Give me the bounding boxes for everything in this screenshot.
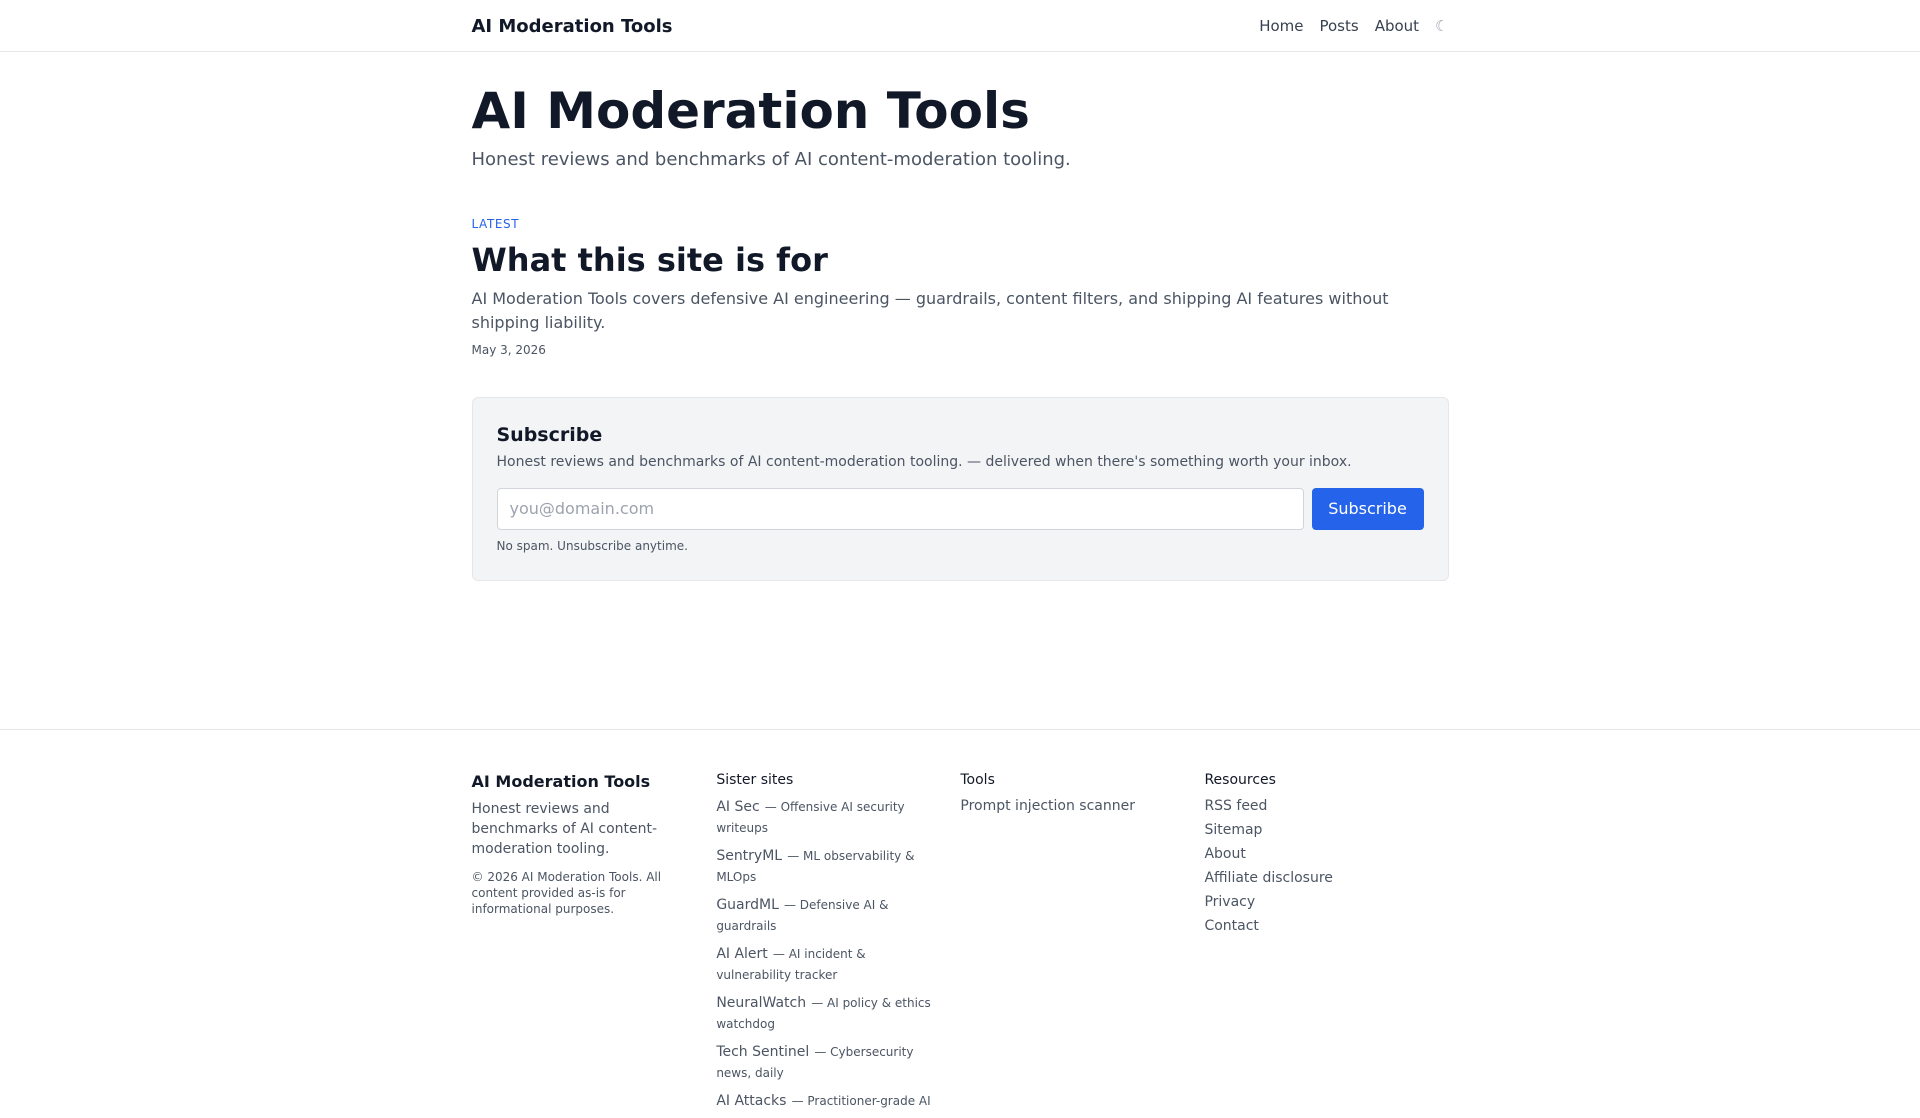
latest-post-date: May 3, 2026: [471, 342, 546, 357]
sister-site-desc: — Practitioner-grade AI: [791, 1094, 931, 1108]
sister-site-link[interactable]: Tech Sentinel: [716, 1044, 809, 1060]
footer-tools: Tools Prompt injection scanner: [960, 772, 1204, 1118]
subscribe-heading: Subscribe: [496, 423, 603, 446]
footer-sister-sites: Sister sites AI Sec — Offensive AI secur…: [716, 772, 960, 1118]
list-item: GuardML — Defensive AI & guardrails: [716, 894, 936, 936]
resources-heading: Resources: [1204, 772, 1276, 788]
latest-post-excerpt: AI Moderation Tools covers defensive AI …: [471, 288, 1389, 332]
subscribe-button[interactable]: Subscribe: [1311, 487, 1424, 530]
nav-home[interactable]: Home: [1259, 17, 1303, 35]
subscribe-form: Subscribe: [496, 487, 1424, 530]
list-item: Tech Sentinel — Cybersecurity news, dail…: [716, 1041, 936, 1083]
moon-icon[interactable]: ☾: [1435, 17, 1448, 35]
sister-site-link[interactable]: SentryML: [716, 848, 782, 864]
sister-site-link[interactable]: GuardML: [716, 897, 779, 913]
page-title: AI Moderation Tools: [471, 82, 1030, 140]
main-content: AI Moderation Tools Honest reviews and b…: [471, 52, 1449, 581]
latest-post-title[interactable]: What this site is for: [472, 241, 828, 279]
subscribe-description: Honest reviews and benchmarks of AI cont…: [496, 453, 1352, 470]
nav-about[interactable]: About: [1375, 17, 1419, 35]
latest-post: LATEST What this site is for AI Moderati…: [472, 217, 1449, 357]
resource-link-affiliate[interactable]: Affiliate disclosure: [1204, 868, 1448, 888]
footer-description: Honest reviews and benchmarks of AI cont…: [471, 801, 658, 857]
sister-site-link[interactable]: AI Attacks: [716, 1093, 786, 1109]
sister-sites-list: AI Sec — Offensive AI security writeups …: [716, 796, 960, 1111]
page-tagline: Honest reviews and benchmarks of AI cont…: [471, 148, 1071, 170]
footer-brand-column: AI Moderation Tools Honest reviews and b…: [472, 772, 717, 1118]
brand-link[interactable]: AI Moderation Tools: [472, 16, 673, 37]
resource-link-sitemap[interactable]: Sitemap: [1204, 820, 1448, 840]
tools-heading: Tools: [960, 772, 995, 788]
sister-site-link[interactable]: NeuralWatch: [716, 995, 806, 1011]
list-item: AI Sec — Offensive AI security writeups: [716, 796, 936, 838]
list-item: AI Alert — AI incident & vulnerability t…: [716, 943, 936, 985]
main-nav: Home Posts About ☾: [1243, 17, 1448, 35]
footer-brand: AI Moderation Tools: [471, 772, 651, 791]
resources-list: RSS feed Sitemap About Affiliate disclos…: [1204, 796, 1448, 936]
site-footer: AI Moderation Tools Honest reviews and b…: [0, 729, 1920, 1109]
sister-sites-heading: Sister sites: [716, 772, 794, 788]
resource-link-about[interactable]: About: [1204, 844, 1448, 864]
tools-list: Prompt injection scanner: [960, 796, 1204, 816]
list-item: SentryML — ML observability & MLOps: [716, 845, 936, 887]
subscribe-note: No spam. Unsubscribe anytime.: [496, 538, 688, 553]
tool-link-prompt-injection-scanner[interactable]: Prompt injection scanner: [960, 796, 1204, 816]
resource-link-rss[interactable]: RSS feed: [1204, 796, 1448, 816]
resource-link-contact[interactable]: Contact: [1204, 916, 1448, 936]
list-item: NeuralWatch — AI policy & ethics watchdo…: [716, 992, 936, 1034]
sister-site-link[interactable]: AI Alert: [716, 946, 767, 962]
email-field[interactable]: [496, 487, 1304, 530]
resource-link-privacy[interactable]: Privacy: [1204, 892, 1448, 912]
nav-posts[interactable]: Posts: [1319, 17, 1358, 35]
footer-resources: Resources RSS feed Sitemap About Affilia…: [1204, 772, 1448, 1118]
footer-copyright: © 2026 AI Moderation Tools. All content …: [471, 870, 662, 916]
subscribe-panel: Subscribe Honest reviews and benchmarks …: [471, 396, 1449, 581]
site-header: AI Moderation Tools Home Posts About ☾: [0, 0, 1920, 52]
list-item: AI Attacks — Practitioner-grade AI: [716, 1090, 936, 1111]
sister-site-link[interactable]: AI Sec: [716, 799, 759, 815]
latest-label: LATEST: [471, 216, 520, 231]
hero: AI Moderation Tools Honest reviews and b…: [471, 52, 1449, 170]
